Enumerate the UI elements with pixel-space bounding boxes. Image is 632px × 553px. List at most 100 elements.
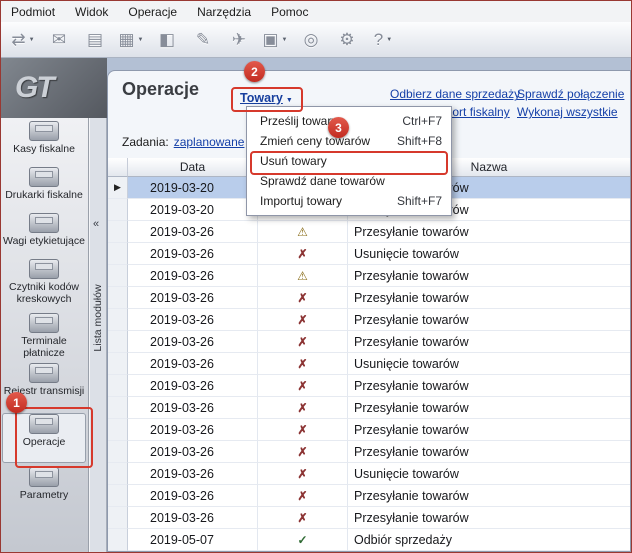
category-dropdown-towary[interactable]: Towary▼ <box>240 91 293 105</box>
cell-name: Usunięcie towarów <box>348 243 630 265</box>
sidebar-item-wagi-etykietujace[interactable]: Wagi etykietujące <box>3 213 85 261</box>
error-status-icon: ✗ <box>258 463 348 485</box>
cell-date: 2019-03-26 <box>128 221 258 243</box>
cell-date: 2019-03-26 <box>128 353 258 375</box>
error-status-icon: ✗ <box>258 243 348 265</box>
mail-button[interactable]: ✉ <box>44 26 74 54</box>
labeling-scale-icon <box>29 213 59 233</box>
sidebar-item-parametry[interactable]: Parametry <box>3 467 85 511</box>
menu-item-zmien-ceny-towarow[interactable]: Zmień ceny towarów Shift+F8 <box>247 131 451 151</box>
table-row[interactable]: 2019-03-26✗Przesyłanie towarów <box>108 485 630 507</box>
chevron-down-icon: ▼ <box>286 97 293 104</box>
table-row[interactable]: 2019-03-26✗Przesyłanie towarów <box>108 419 630 441</box>
reports-button[interactable]: ▤ <box>80 26 110 54</box>
link-odbierz-dane-sprzedazy[interactable]: Odbierz dane sprzedaży <box>390 87 520 101</box>
row-selector <box>108 331 128 353</box>
sidebar-item-drukarki-fiskalne[interactable]: Drukarki fiskalne <box>3 167 85 211</box>
table-row[interactable]: 2019-03-26✗Przesyłanie towarów <box>108 331 630 353</box>
menu-item-sprawdz-dane-towarow[interactable]: Sprawdź dane towarów <box>247 171 451 191</box>
edit-button[interactable]: ✎ <box>188 26 218 54</box>
cell-name: Usunięcie towarów <box>348 463 630 485</box>
table-row[interactable]: 2019-03-26✗Usunięcie towarów <box>108 243 630 265</box>
menu-item-usun-towary[interactable]: Usuń towary <box>247 151 451 171</box>
transmission-button[interactable]: ⇄▼ <box>8 26 38 54</box>
send-button[interactable]: ✈ <box>224 26 254 54</box>
cell-date: 2019-05-07 <box>128 529 258 551</box>
error-status-icon: ✗ <box>258 309 348 331</box>
cell-name: Odbiór sprzedaży <box>348 529 630 551</box>
row-selector <box>108 265 128 287</box>
table-row[interactable]: 2019-03-26✗Przesyłanie towarów <box>108 441 630 463</box>
cell-date: 2019-03-26 <box>128 419 258 441</box>
fiscal-cash-register-icon <box>29 121 59 141</box>
warning-status-icon: ⚠ <box>258 265 348 287</box>
chevron-down-icon: ▼ <box>386 37 392 43</box>
table-row[interactable]: 2019-03-26✗Przesyłanie towarów <box>108 309 630 331</box>
table-row[interactable]: 2019-03-26⚠Przesyłanie towarów <box>108 221 630 243</box>
error-status-icon: ✗ <box>258 507 348 529</box>
table-row[interactable]: 2019-03-26✗Usunięcie towarów <box>108 353 630 375</box>
menu-item-importuj-towary[interactable]: Importuj towary Shift+F7 <box>247 191 451 211</box>
settings-button[interactable]: ⚙ <box>332 26 362 54</box>
menubar-item-podmiot[interactable]: Podmiot <box>1 3 65 21</box>
cell-date: 2019-03-26 <box>128 309 258 331</box>
cell-name: Przesyłanie towarów <box>348 507 630 529</box>
operations-icon <box>29 414 59 434</box>
help-icon: ? <box>374 30 383 50</box>
menu-item-przeslij-towary[interactable]: Prześlij towary Ctrl+F7 <box>247 111 451 131</box>
cell-name: Przesyłanie towarów <box>348 265 630 287</box>
package-button[interactable]: ▦▼ <box>116 26 146 54</box>
menubar-item-pomoc[interactable]: Pomoc <box>261 3 318 21</box>
collapse-icon[interactable]: « <box>93 218 99 230</box>
send-icon: ✈ <box>232 30 246 50</box>
link-wykonaj-wszystkie[interactable]: Wykonaj wszystkie <box>517 105 618 119</box>
table-row[interactable]: 2019-03-26✗Przesyłanie towarów <box>108 397 630 419</box>
transmission-icon: ⇄ <box>11 30 25 50</box>
cell-date: 2019-03-26 <box>128 243 258 265</box>
table-row[interactable]: 2019-03-26⚠Przesyłanie towarów <box>108 265 630 287</box>
error-status-icon: ✗ <box>258 287 348 309</box>
cash-register-button[interactable]: ◧ <box>152 26 182 54</box>
error-status-icon: ✗ <box>258 353 348 375</box>
menubar-item-widok[interactable]: Widok <box>65 3 118 21</box>
cell-name: Przesyłanie towarów <box>348 309 630 331</box>
package-icon: ▦ <box>118 30 134 50</box>
view-button[interactable]: ◎ <box>296 26 326 54</box>
barcode-reader-icon <box>29 259 59 279</box>
menu-bar: Podmiot Widok Operacje Narzędzia Pomoc <box>1 1 631 23</box>
menubar-item-narzedzia[interactable]: Narzędzia <box>187 3 261 21</box>
cell-date: 2019-03-26 <box>128 441 258 463</box>
help-button[interactable]: ?▼ <box>368 26 398 54</box>
error-status-icon: ✗ <box>258 419 348 441</box>
sidebar-item-czytniki-kodow[interactable]: Czytniki kodów kreskowych <box>3 259 85 311</box>
cell-date: 2019-03-20 <box>128 199 258 221</box>
tasks-filter-link[interactable]: zaplanowane▼ <box>174 135 254 149</box>
table-row[interactable]: 2019-03-26✗Przesyłanie towarów <box>108 507 630 529</box>
parameters-icon <box>29 467 59 487</box>
sidebar-item-terminale-platnicze[interactable]: Terminale płatnicze <box>3 313 85 361</box>
app-logo: GT <box>1 58 107 118</box>
cell-date: 2019-03-26 <box>128 331 258 353</box>
tasks-row: Zadania:zaplanowane▼ <box>122 135 253 149</box>
modules-strip[interactable]: « Lista modułów <box>89 118 107 552</box>
table-row[interactable]: 2019-03-26✗Usunięcie towarów <box>108 463 630 485</box>
device-icon: ▣ <box>262 30 278 50</box>
cell-name: Przesyłanie towarów <box>348 419 630 441</box>
table-row[interactable]: 2019-03-26✗Przesyłanie towarów <box>108 287 630 309</box>
cell-date: 2019-03-26 <box>128 485 258 507</box>
row-selector <box>108 529 128 551</box>
check-status-icon: ✓ <box>258 529 348 551</box>
column-header-data[interactable]: Data <box>128 158 258 177</box>
table-row[interactable]: 2019-05-07✓Odbiór sprzedaży <box>108 529 630 551</box>
sidebar-item-operacje[interactable]: Operacje <box>2 413 86 463</box>
cash-register-icon: ◧ <box>159 30 175 50</box>
sidebar-item-kasy-fiskalne[interactable]: Kasy fiskalne <box>3 121 85 165</box>
fiscal-printer-icon <box>29 167 59 187</box>
cell-name: Przesyłanie towarów <box>348 287 630 309</box>
link-sprawdz-polaczenie[interactable]: Sprawdź połączenie <box>517 87 624 101</box>
table-row[interactable]: 2019-03-26✗Przesyłanie towarów <box>108 375 630 397</box>
menubar-item-operacje[interactable]: Operacje <box>118 3 187 21</box>
row-selector <box>108 441 128 463</box>
annotation-badge-1: 1 <box>6 392 27 413</box>
device-button[interactable]: ▣▼ <box>260 26 290 54</box>
